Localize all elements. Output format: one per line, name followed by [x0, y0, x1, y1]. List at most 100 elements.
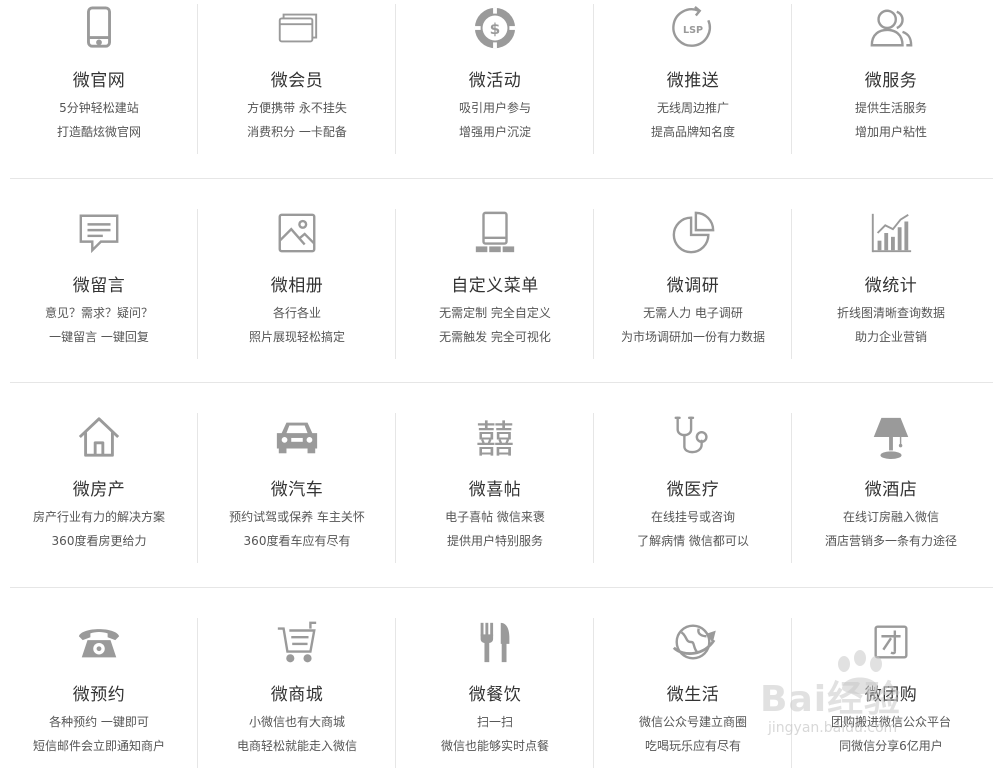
globe-plane-icon: [669, 618, 717, 666]
feature-row: 微官网 5分钟轻松建站 打造酷炫微官网 微会员 方便携带 永不挂失 消费积分 一…: [0, 2, 993, 162]
feature-title: 自定义菜单: [451, 276, 539, 296]
feature-desc-2: 为市场调研加一份有力数据: [620, 330, 765, 344]
double-happiness-icon: 囍: [471, 413, 519, 461]
feature-title: 微相册: [270, 276, 324, 296]
feature-desc-1: 无需定制 完全自定义: [439, 306, 551, 320]
feature-desc-1: 意见？需求？疑问？: [44, 306, 153, 320]
feature-title: 微调研: [666, 276, 720, 296]
fork-knife-icon: [471, 618, 519, 666]
feature-desc-1: 微信公众号建立商圈: [638, 715, 747, 729]
svg-text:LSP: LSP: [683, 25, 703, 36]
feature-card-weijiudian[interactable]: 微酒店 在线订房融入微信 酒店营销多一条有力途径: [792, 411, 990, 567]
feature-card-weiguanwang[interactable]: 微官网 5分钟轻松建站 打造酷炫微官网: [0, 2, 198, 158]
feature-desc-2: 助力企业营销: [854, 330, 927, 344]
feature-card-weitongji[interactable]: 微统计 折线图清晰查询数据 助力企业营销: [792, 207, 990, 363]
feature-card-weiqiche[interactable]: 微汽车 预约试驾或保养 车主关怀 360度看车应有尽有: [198, 411, 396, 567]
feature-desc-1: 预约试驾或保养 车主关怀: [229, 510, 365, 524]
feature-desc-1: 无线周边推广: [656, 101, 729, 115]
feature-card-weixitie[interactable]: 囍 微喜帖 电子喜帖 微信来褒 提供用户特别服务: [396, 411, 594, 567]
feature-desc-2: 提供用户特别服务: [446, 534, 543, 548]
feature-card-weishangcheng[interactable]: 微商城 小微信也有大商城 电商轻松就能走入微信: [198, 616, 396, 772]
stethoscope-icon: [669, 413, 717, 461]
row-divider: [10, 178, 993, 179]
feature-desc-1: 各种预约 一键即可: [49, 715, 149, 729]
feature-desc-2: 打造酷炫微官网: [56, 125, 141, 139]
feature-desc-1: 电子喜帖 微信来褒: [445, 510, 545, 524]
feature-desc-2: 增强用户沉淀: [458, 125, 531, 139]
feature-title: 微预约: [72, 685, 126, 705]
lamp-icon: [867, 413, 915, 461]
feature-desc-1: 在线挂号或咨询: [650, 510, 735, 524]
feature-title: 微活动: [468, 71, 522, 91]
feature-desc-2: 360度看房更给力: [51, 534, 147, 548]
svg-text:$: $: [490, 20, 501, 38]
feature-title: 微生活: [666, 685, 720, 705]
feature-title: 微团购: [864, 685, 918, 705]
shopping-cart-icon: [273, 618, 321, 666]
message-icon: [75, 209, 123, 257]
house-icon: [75, 413, 123, 461]
feature-row: 微房产 房产行业有力的解决方案 360度看房更给力 微汽车 预约试驾或保养 车主…: [0, 411, 993, 571]
feature-title: 微服务: [864, 71, 918, 91]
feature-grid: 微官网 5分钟轻松建站 打造酷炫微官网 微会员 方便携带 永不挂失 消费积分 一…: [0, 0, 1000, 768]
feature-card-weifangchan[interactable]: 微房产 房产行业有力的解决方案 360度看房更给力: [0, 411, 198, 567]
feature-title: 微统计: [864, 276, 918, 296]
feature-desc-1: 扫一扫: [476, 715, 513, 729]
feature-card-weicanyin[interactable]: 微餐饮 扫一扫 微信也能够实时点餐: [396, 616, 594, 772]
feature-desc-2: 无需触发 完全可视化: [439, 330, 551, 344]
feature-desc-2: 增加用户粘性: [854, 125, 927, 139]
feature-desc-1: 折线图清晰查询数据: [836, 306, 945, 320]
feature-title: 微汽车: [270, 480, 324, 500]
activity-dollar-icon: $: [471, 4, 519, 52]
feature-card-weiliuyan[interactable]: 微留言 意见？需求？疑问？ 一键留言 一键回复: [0, 207, 198, 363]
car-icon: [273, 413, 321, 461]
svg-text:囍: 囍: [476, 417, 514, 460]
feature-card-weihuiyuan[interactable]: 微会员 方便携带 永不挂失 消费积分 一卡配备: [198, 2, 396, 158]
feature-card-weishenghuo[interactable]: 微生活 微信公众号建立商圈 吃喝玩乐应有尽有: [594, 616, 792, 772]
feature-row: 微留言 意见？需求？疑问？ 一键留言 一键回复 微相册 各行各业 照片展现轻松搞…: [0, 207, 993, 367]
feature-card-weituangou[interactable]: 微团购 团购搬进微信公众平台 同微信分享6亿用户: [792, 616, 990, 772]
feature-desc-2: 酒店营销多一条有力途径: [824, 534, 957, 548]
feature-desc-2: 360度看车应有尽有: [243, 534, 351, 548]
feature-card-weihuodong[interactable]: $ 微活动 吸引用户参与 增强用户沉淀: [396, 2, 594, 158]
photo-icon: [273, 209, 321, 257]
feature-desc-2: 了解病情 微信都可以: [637, 534, 749, 548]
telephone-icon: [75, 618, 123, 666]
feature-desc-1: 在线订房融入微信: [842, 510, 939, 524]
bar-chart-icon: [867, 209, 915, 257]
phone-icon: [75, 4, 123, 52]
feature-desc-1: 房产行业有力的解决方案: [32, 510, 165, 524]
lsp-icon: LSP: [669, 4, 717, 52]
group-buy-icon: [867, 618, 915, 666]
feature-desc-1: 5分钟轻松建站: [59, 101, 139, 115]
feature-title: 微推送: [666, 71, 720, 91]
row-divider: [10, 587, 993, 588]
feature-card-weidiaoyan[interactable]: 微调研 无需人力 电子调研 为市场调研加一份有力数据: [594, 207, 792, 363]
feature-desc-2: 照片展现轻松搞定: [248, 330, 345, 344]
feature-card-custom-menu[interactable]: 自定义菜单 无需定制 完全自定义 无需触发 完全可视化: [396, 207, 594, 363]
feature-desc-2: 一键留言 一键回复: [49, 330, 149, 344]
member-card-icon: [273, 4, 321, 52]
feature-desc-1: 无需人力 电子调研: [643, 306, 743, 320]
feature-card-weixiangce[interactable]: 微相册 各行各业 照片展现轻松搞定: [198, 207, 396, 363]
feature-title: 微医疗: [666, 480, 720, 500]
feature-title: 微商城: [270, 685, 324, 705]
feature-title: 微会员: [270, 71, 324, 91]
feature-desc-2: 短信邮件会立即通知商户: [32, 739, 165, 753]
row-divider: [10, 382, 993, 383]
feature-card-weituisong[interactable]: LSP 微推送 无线周边推广 提高品牌知名度: [594, 2, 792, 158]
feature-desc-2: 微信也能够实时点餐: [440, 739, 549, 753]
feature-desc-2: 同微信分享6亿用户: [839, 739, 943, 753]
feature-desc-2: 电商轻松就能走入微信: [236, 739, 357, 753]
feature-card-weiyiliao[interactable]: 微医疗 在线挂号或咨询 了解病情 微信都可以: [594, 411, 792, 567]
tablet-menu-icon: [471, 209, 519, 257]
user-service-icon: [867, 4, 915, 52]
pie-chart-icon: [669, 209, 717, 257]
feature-desc-2: 消费积分 一卡配备: [247, 125, 347, 139]
feature-desc-2: 提高品牌知名度: [650, 125, 735, 139]
feature-desc-1: 团购搬进微信公众平台: [830, 715, 951, 729]
feature-desc-1: 提供生活服务: [854, 101, 927, 115]
feature-card-weiyuyue[interactable]: 微预约 各种预约 一键即可 短信邮件会立即通知商户: [0, 616, 198, 772]
feature-desc-1: 各行各业: [272, 306, 321, 320]
feature-card-weifuwu[interactable]: 微服务 提供生活服务 增加用户粘性: [792, 2, 990, 158]
